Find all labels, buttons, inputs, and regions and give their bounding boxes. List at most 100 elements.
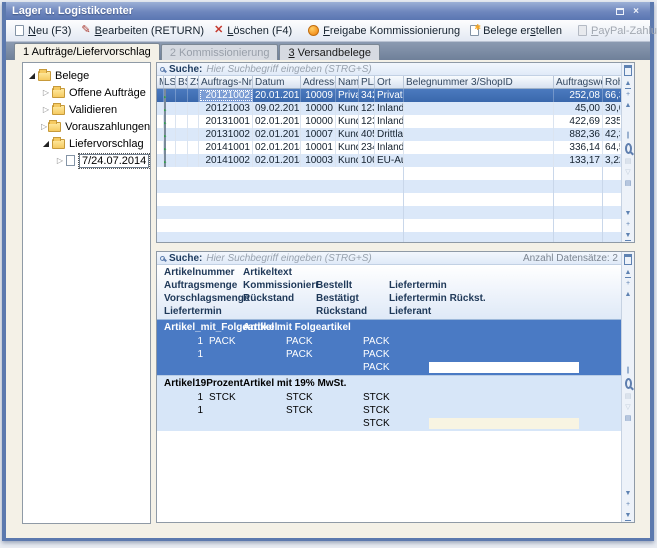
release-picking-button[interactable]: Freigabe Kommissionierung <box>303 23 465 39</box>
column-header[interactable]: Adress-Nr. <box>301 76 336 88</box>
delivery-note-icon <box>164 154 166 167</box>
unit-value: PACK <box>286 349 313 360</box>
column-header[interactable]: LS <box>164 76 176 88</box>
qty-value: 1 <box>171 349 203 360</box>
article-grid-side-strip: ▲ + ▲ ∥ ▤ ▽ ▤ ▼ + ▼ <box>621 252 634 522</box>
column-header[interactable]: M <box>157 76 164 88</box>
unit-value: PACK <box>363 362 390 373</box>
sparkle-icon: ✱ <box>474 23 481 32</box>
folder-icon <box>38 71 51 81</box>
expanded-arrow-icon[interactable]: ◢ <box>27 71 37 80</box>
article-group-19prozent[interactable]: Artikel19Prozent Artikel mit 19% MwSt. 1… <box>157 375 621 431</box>
article-group-folgeartikel[interactable]: Artikel_mit_Folgeartikel Artikel mit Fol… <box>157 319 621 375</box>
scroll-down-icon[interactable]: ▼ <box>625 208 632 219</box>
scroll-plus-icon[interactable]: + <box>626 278 630 289</box>
scroll-first-icon[interactable]: ▲ <box>625 267 632 278</box>
scroll-last-icon[interactable]: ▼ <box>625 510 632 521</box>
lieferant-input[interactable] <box>429 362 579 373</box>
record-count: Anzahl Datensätze: 2 <box>523 253 618 264</box>
collapsed-arrow-icon[interactable]: ▷ <box>55 156 65 165</box>
tab-auftraege-liefervorschlag[interactable]: 1 Aufträge/Liefervorschlag <box>14 43 160 60</box>
collapsed-arrow-icon[interactable]: ▷ <box>41 105 51 114</box>
column-header[interactable]: BS <box>176 76 188 88</box>
empty-rows-area <box>157 167 621 242</box>
column-chooser-icon[interactable] <box>624 254 632 265</box>
folder-icon <box>52 139 65 149</box>
pause-icon[interactable]: ∥ <box>626 365 630 376</box>
collapsed-arrow-icon[interactable]: ▷ <box>41 88 51 97</box>
restore-icon <box>616 8 624 15</box>
create-documents-button[interactable]: ✱ Belege erstellen <box>465 23 567 39</box>
tab-versandbelege[interactable]: 3 Versandbelege <box>279 44 380 60</box>
delivery-note-icon <box>164 89 166 102</box>
zoom-icon[interactable] <box>625 143 632 154</box>
copy-icon[interactable]: ▤ <box>625 413 632 424</box>
new-button[interactable]: Neu (F3) <box>10 23 76 39</box>
scroll-up-icon[interactable]: ▲ <box>625 100 632 111</box>
tree-item-vorauszahlungen[interactable]: ▷ Vorauszahlungen <box>23 118 150 135</box>
create-documents-icon: ✱ <box>470 25 479 36</box>
order-row[interactable]: 20131001 02.01.2013 10000 Kunde 1234 Inl… <box>157 115 621 128</box>
scroll-plus-icon[interactable]: + <box>626 499 630 510</box>
scroll-plus-icon[interactable]: + <box>626 89 630 100</box>
order-row[interactable]: 20141001 02.01.2014 10001 Kunde 2345 Inl… <box>157 141 621 154</box>
unit-value: STCK <box>363 392 390 403</box>
article-detail-panel: Suche: Hier Suchbegriff eingeben (STRG+S… <box>156 251 635 523</box>
toolbar: Neu (F3) ✎ Bearbeiten (RETURN) ✕ Löschen… <box>6 20 650 42</box>
order-row[interactable]: 20121003 09.02.2012 10000 Kunde 1234 Inl… <box>157 102 621 115</box>
column-header[interactable]: Datum <box>253 76 301 88</box>
column-header[interactable]: PLZ <box>359 76 375 88</box>
search-placeholder: Hier Suchbegriff eingeben (STRG+S) <box>206 253 519 264</box>
tab-kommissionierung: 2 Kommissionierung <box>161 44 279 60</box>
paypal-request-button: PayPal-Zahlung anfordern <box>573 23 657 39</box>
column-header[interactable]: Ort <box>375 76 404 88</box>
field-label: Bestätigt <box>316 293 359 304</box>
pause-icon[interactable]: ∥ <box>626 130 630 141</box>
tree-item-belege[interactable]: ◢ Belege <box>23 67 150 84</box>
scroll-plus-icon[interactable]: + <box>626 219 630 230</box>
scroll-down-icon[interactable]: ▼ <box>625 488 632 499</box>
column-header[interactable]: ZS <box>188 76 199 88</box>
unit-value: STCK <box>209 392 236 403</box>
field-label: Auftragsmenge <box>164 280 237 291</box>
orders-grid-header: M LS BS ZS Auftrags-Nr. Datum Adress-Nr.… <box>157 76 621 89</box>
tree-item-offene-auftraege[interactable]: ▷ Offene Aufträge <box>23 84 150 101</box>
orders-search-bar[interactable]: Suche: Hier Suchbegriff eingeben (STRG+S… <box>157 63 621 76</box>
folder-icon <box>52 88 65 98</box>
scroll-last-icon[interactable]: ▼ <box>625 230 632 241</box>
document-tree: ◢ Belege ▷ Offene Aufträge ▷ Validieren … <box>22 62 151 524</box>
order-row[interactable]: 20141002 02.01.2014 10003 Kunde 1004 EU-… <box>157 154 621 167</box>
tree-item-liefervorschlag[interactable]: ◢ Liefervorschlag <box>23 135 150 152</box>
scroll-up-icon[interactable]: ▲ <box>625 289 632 300</box>
tree-item-validieren[interactable]: ▷ Validieren <box>23 101 150 118</box>
article-search-bar[interactable]: Suche: Hier Suchbegriff eingeben (STRG+S… <box>157 252 621 265</box>
field-label: Liefertermin <box>164 306 222 317</box>
delete-button[interactable]: ✕ Löschen (F4) <box>209 23 297 39</box>
field-label: Lieferant <box>389 306 431 317</box>
column-header[interactable]: Name <box>336 76 359 88</box>
scroll-first-icon[interactable]: ▲ <box>625 78 632 89</box>
zoom-icon[interactable] <box>625 378 632 389</box>
column-header[interactable]: Auftrags-Nr. <box>199 76 253 88</box>
edit-button[interactable]: ✎ Bearbeiten (RETURN) <box>76 23 209 39</box>
content-area: ◢ Belege ▷ Offene Aufträge ▷ Validieren … <box>6 60 650 538</box>
column-header[interactable]: Belegnummer 3/ShopID <box>404 76 554 88</box>
filter-icon: ▽ <box>625 167 630 178</box>
order-row[interactable]: 20131002 02.01.2013 10007 Kunde 4052 Dri… <box>157 128 621 141</box>
order-row[interactable]: 20121002 20.01.2012 10009 Privat K 3422 … <box>157 89 621 102</box>
filter-icon: ▽ <box>625 402 630 413</box>
search-placeholder: Hier Suchbegriff eingeben (STRG+S) <box>206 64 618 75</box>
lieferant-input[interactable] <box>429 418 579 429</box>
collapsed-arrow-icon[interactable]: ▷ <box>41 122 47 131</box>
edit-icon: ✎ <box>81 25 90 36</box>
titlebar: Lager u. Logistikcenter × <box>6 2 650 20</box>
column-header[interactable]: Roher <box>603 76 620 88</box>
expanded-arrow-icon[interactable]: ◢ <box>41 139 51 148</box>
restore-button[interactable] <box>612 5 628 18</box>
tree-item-liefervorschlag-datum[interactable]: ▷ 7/24.07.2014 <box>23 152 150 169</box>
field-label: Vorschlagsmenge <box>164 293 249 304</box>
close-button[interactable]: × <box>628 5 644 18</box>
copy-icon[interactable]: ▤ <box>625 178 632 189</box>
column-chooser-icon[interactable] <box>624 65 632 76</box>
column-header[interactable]: Auftragswert € <box>554 76 603 88</box>
